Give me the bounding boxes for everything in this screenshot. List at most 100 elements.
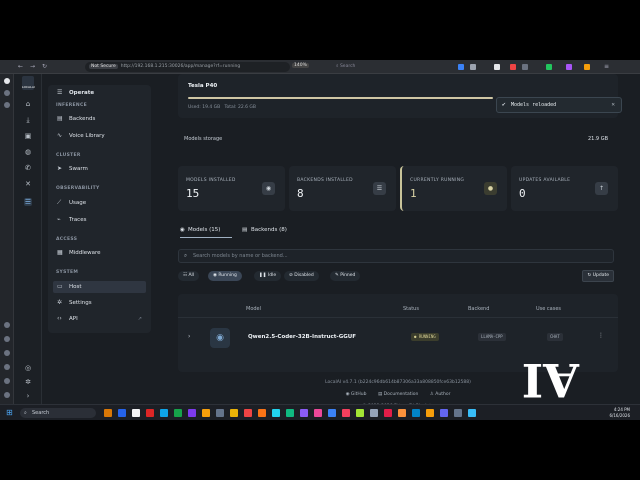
taskbar-app-icon[interactable] bbox=[118, 409, 126, 417]
extension-icon[interactable] bbox=[4, 336, 10, 342]
storage-label: Models storage bbox=[184, 136, 223, 142]
chevron-right-icon[interactable]: › bbox=[188, 333, 190, 340]
taskbar-app-icon[interactable] bbox=[342, 409, 350, 417]
tools-icon[interactable]: ✕ bbox=[24, 180, 32, 188]
taskbar-app-icon[interactable] bbox=[258, 409, 266, 417]
address-bar[interactable]: Not Secure http://192.168.1.215:30026/app… bbox=[85, 62, 290, 72]
filter-disabled[interactable]: ⊘ Disabled bbox=[284, 271, 319, 281]
taskbar-app-icon[interactable] bbox=[440, 409, 448, 417]
taskbar-app-icon[interactable] bbox=[230, 409, 238, 417]
extension-icon[interactable] bbox=[4, 322, 10, 328]
sidebar-item-traces[interactable]: ⌁ Traces bbox=[53, 214, 146, 226]
extension-icon[interactable] bbox=[4, 364, 10, 370]
taskbar-app-icon[interactable] bbox=[328, 409, 336, 417]
filter-pinned[interactable]: ✎ Pinned bbox=[330, 271, 361, 281]
taskbar-app-icon[interactable] bbox=[104, 409, 112, 417]
sliders-icon[interactable]: ☰ bbox=[24, 198, 32, 206]
close-icon[interactable]: ✕ bbox=[611, 98, 615, 112]
sidebar-item-operate[interactable]: ☰ Operate bbox=[53, 87, 146, 99]
extension-icon[interactable] bbox=[4, 392, 10, 398]
menu-icon[interactable]: ≡ bbox=[604, 63, 609, 70]
forward-icon[interactable]: → bbox=[30, 63, 35, 70]
external-link-icon: ↗ bbox=[137, 316, 142, 322]
sidebar-item-backends[interactable]: ▤ Backends bbox=[53, 113, 146, 125]
sidebar-item-voice-library[interactable]: ∿ Voice Library bbox=[53, 130, 146, 142]
taskbar-app-icon[interactable] bbox=[160, 409, 168, 417]
home-icon[interactable]: ⌂ bbox=[24, 100, 32, 108]
taskbar-app-icon[interactable] bbox=[146, 409, 154, 417]
documentation-link[interactable]: ▤ Documentation bbox=[378, 392, 418, 397]
taskbar-app-icon[interactable] bbox=[370, 409, 378, 417]
trace-icon: ⌁ bbox=[57, 216, 61, 223]
taskbar-app-icon[interactable] bbox=[398, 409, 406, 417]
filter-all[interactable]: ☷ All bbox=[178, 271, 200, 281]
chat-icon[interactable]: ▣ bbox=[24, 132, 32, 140]
back-icon[interactable]: ← bbox=[18, 63, 23, 70]
sidebar-item-usage[interactable]: ⟋ Usage bbox=[53, 197, 146, 209]
taskbar-app-icon[interactable] bbox=[356, 409, 364, 417]
sidebar-app-icon[interactable] bbox=[4, 78, 10, 84]
settings-icon[interactable] bbox=[4, 90, 10, 96]
nav-panel: ☰ Operate INFERENCE ▤ Backends ∿ Voice L… bbox=[48, 85, 151, 333]
extension-icon[interactable] bbox=[566, 64, 572, 70]
extension-icon[interactable] bbox=[584, 64, 590, 70]
taskbar-app-icon[interactable] bbox=[202, 409, 210, 417]
extension-icon[interactable] bbox=[494, 64, 500, 70]
taskbar-search[interactable]: ⌕ Search bbox=[20, 408, 96, 418]
taskbar-app-icon[interactable] bbox=[132, 409, 140, 417]
sidebar-item-host[interactable]: ▭ Host bbox=[53, 281, 146, 293]
sidebar-item-settings[interactable]: ✲ Settings bbox=[53, 297, 146, 309]
extension-icon[interactable] bbox=[522, 64, 528, 70]
tab-models[interactable]: ◉ Models (15) bbox=[180, 224, 232, 238]
zoom-level[interactable]: 140% bbox=[292, 63, 309, 68]
browser-search-input[interactable]: ⌕ Search bbox=[336, 63, 446, 72]
taskbar-app-icon[interactable] bbox=[272, 409, 280, 417]
not-secure-badge[interactable]: Not Secure bbox=[89, 64, 118, 69]
taskbar-app-icon[interactable] bbox=[286, 409, 294, 417]
sidebar-item-label: Swarm bbox=[69, 166, 88, 172]
palette-icon[interactable]: ◍ bbox=[24, 148, 32, 156]
taskbar-app-icon[interactable] bbox=[454, 409, 462, 417]
update-button[interactable]: ↻ Update bbox=[582, 270, 614, 282]
extension-icon[interactable] bbox=[458, 64, 464, 70]
phone-icon[interactable]: ✆ bbox=[24, 164, 32, 172]
tab-backends[interactable]: ▤ Backends (8) bbox=[242, 224, 287, 238]
taskbar-app-icon[interactable] bbox=[314, 409, 322, 417]
extension-icon[interactable] bbox=[546, 64, 552, 70]
sidebar-item-swarm[interactable]: ➤ Swarm bbox=[53, 163, 146, 175]
taskbar-app-icon[interactable] bbox=[188, 409, 196, 417]
taskbar-app-icon[interactable] bbox=[426, 409, 434, 417]
column-header-model: Model bbox=[246, 306, 262, 312]
download-icon[interactable]: ⤓ bbox=[24, 116, 32, 124]
extension-icon[interactable] bbox=[470, 64, 476, 70]
sidebar-item-api[interactable]: ‹› API ↗ bbox=[53, 313, 146, 325]
author-link[interactable]: ♙ Author bbox=[430, 392, 451, 397]
taskbar-app-icon[interactable] bbox=[244, 409, 252, 417]
taskbar-app-icon[interactable] bbox=[174, 409, 182, 417]
monitor-icon: ▭ bbox=[57, 283, 63, 290]
taskbar-app-icon[interactable] bbox=[412, 409, 420, 417]
taskbar-app-icon[interactable] bbox=[216, 409, 224, 417]
extension-icon[interactable] bbox=[510, 64, 516, 70]
extension-icon[interactable] bbox=[4, 350, 10, 356]
taskbar-clock[interactable]: 4:24 PM 6/16/2026 bbox=[609, 407, 630, 419]
windows-start-icon[interactable]: ⊞ bbox=[6, 409, 14, 417]
taskbar-app-icon[interactable] bbox=[300, 409, 308, 417]
taskbar-app-icon[interactable] bbox=[468, 409, 476, 417]
reload-icon[interactable]: ↻ bbox=[42, 63, 47, 70]
sidebar-item-middleware[interactable]: ▦ Middleware bbox=[53, 247, 146, 259]
filter-running[interactable]: ◉ Running bbox=[208, 271, 242, 281]
extension-icon[interactable] bbox=[4, 378, 10, 384]
chevron-right-icon[interactable]: › bbox=[24, 392, 32, 400]
gpu-total: Total: 22.6 GB bbox=[224, 105, 257, 110]
gear-icon[interactable]: ✲ bbox=[24, 378, 32, 386]
app-logo[interactable]: LOCALAI bbox=[22, 76, 35, 90]
model-search-input[interactable]: ⌕ Search models by name or backend... bbox=[178, 249, 614, 263]
github-link[interactable]: ◉ GitHub bbox=[346, 392, 367, 397]
globe-icon[interactable]: ◎ bbox=[24, 364, 32, 372]
add-icon[interactable] bbox=[4, 102, 10, 108]
sliders-icon: ☰ bbox=[57, 89, 63, 96]
filter-idle[interactable]: ❚❚ Idle bbox=[254, 271, 282, 281]
stat-currently-running: CURRENTLY RUNNING 1 ● bbox=[400, 166, 507, 211]
taskbar-app-icon[interactable] bbox=[384, 409, 392, 417]
